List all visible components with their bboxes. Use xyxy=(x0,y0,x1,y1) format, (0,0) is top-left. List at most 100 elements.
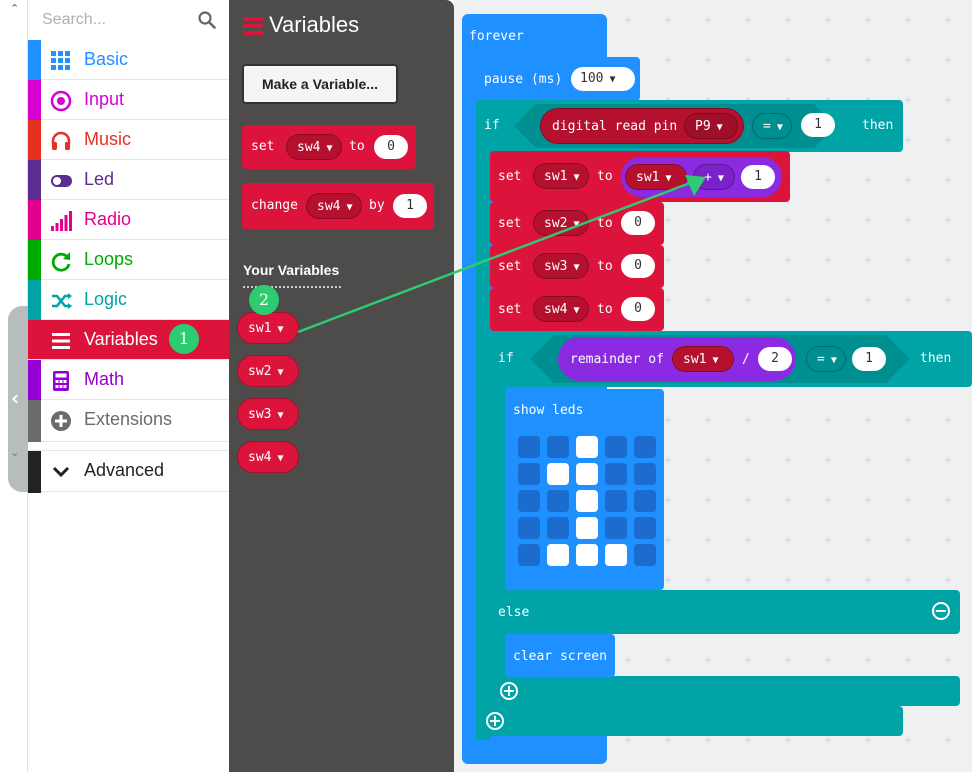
caret-down-icon: ▼ xyxy=(277,324,284,335)
operator-dropdown[interactable]: + ▼ xyxy=(693,164,735,190)
led-cell[interactable] xyxy=(605,436,627,458)
step-badge-1: 1 xyxy=(169,324,199,354)
search-input[interactable] xyxy=(42,8,192,32)
led-cell[interactable] xyxy=(547,544,569,566)
led-cell[interactable] xyxy=(605,490,627,512)
caret-down-icon: ▼ xyxy=(830,355,837,366)
variable-dropdown[interactable]: sw4 ▼ xyxy=(306,193,362,219)
number-input[interactable]: 1 xyxy=(741,165,775,189)
number-input[interactable]: 0 xyxy=(621,211,655,235)
number-input[interactable]: 1 xyxy=(393,194,427,218)
category-led[interactable]: Led xyxy=(28,160,229,200)
led-cell[interactable] xyxy=(576,490,598,512)
led-cell[interactable] xyxy=(634,544,656,566)
if-else-block-header[interactable]: if remainder of sw1 ▼ / 2 = ▼ 1 then xyxy=(490,331,972,387)
variable-dropdown[interactable]: sw3 ▼ xyxy=(533,253,589,279)
led-cell[interactable] xyxy=(605,544,627,566)
pause-duration-dropdown[interactable]: 100 ▼ xyxy=(571,67,635,91)
caret-down-icon: ▼ xyxy=(346,202,353,213)
category-logic[interactable]: Logic xyxy=(28,280,229,320)
pause-block[interactable]: pause (ms) 100 ▼ xyxy=(476,57,640,101)
collapse-toolbox-tab[interactable]: ‹ ⌄ xyxy=(8,306,30,492)
led-cell[interactable] xyxy=(576,544,598,566)
category-math[interactable]: Math xyxy=(28,360,229,400)
category-label: Math xyxy=(84,369,125,389)
operator-dropdown[interactable]: = ▼ xyxy=(752,113,792,139)
make-variable-button[interactable]: Make a Variable... xyxy=(242,64,398,104)
variable-reporter-sw4[interactable]: sw4 ▼ xyxy=(237,441,299,473)
led-cell[interactable] xyxy=(547,436,569,458)
category-loops[interactable]: Loops xyxy=(28,240,229,280)
flyout-set-block[interactable]: set sw4 ▼ to 0 xyxy=(242,125,416,169)
variable-reporter[interactable]: sw1 ▼ xyxy=(672,346,734,372)
set-sw2-block[interactable]: set sw2 ▼ to 0 xyxy=(490,202,664,245)
led-cell[interactable] xyxy=(634,436,656,458)
category-radio[interactable]: Radio xyxy=(28,200,229,240)
category-toolbox: Basic Input Music Led xyxy=(28,0,229,772)
dropdown-value: 100 xyxy=(580,71,604,86)
category-extensions[interactable]: Extensions xyxy=(28,400,229,442)
led-cell[interactable] xyxy=(518,490,540,512)
dropdown-value: sw1 xyxy=(544,169,568,184)
block-keyword: clear screen xyxy=(513,649,607,664)
variable-reporter[interactable]: sw1 ▼ xyxy=(625,164,687,190)
led-cell[interactable] xyxy=(634,463,656,485)
category-music[interactable]: Music xyxy=(28,120,229,160)
scroll-up-icon[interactable]: ⌃ xyxy=(10,2,19,15)
number-input[interactable]: 2 xyxy=(758,347,792,371)
block-workspace[interactable]: forever pause (ms) 100 ▼ if digital read … xyxy=(454,0,972,772)
led-cell[interactable] xyxy=(634,517,656,539)
block-keyword: pause (ms) xyxy=(484,72,563,87)
operator-dropdown[interactable]: = ▼ xyxy=(806,346,846,372)
led-cell[interactable] xyxy=(518,436,540,458)
number-input[interactable]: 0 xyxy=(374,135,408,159)
variable-dropdown[interactable]: sw2 ▼ xyxy=(533,210,589,236)
led-cell[interactable] xyxy=(518,544,540,566)
caret-down-icon: ▼ xyxy=(573,219,580,230)
category-color-bar xyxy=(28,40,41,80)
led-cell[interactable] xyxy=(518,517,540,539)
clear-screen-block[interactable]: clear screen xyxy=(505,634,615,677)
category-input[interactable]: Input xyxy=(28,80,229,120)
category-basic[interactable]: Basic xyxy=(28,40,229,80)
led-cell[interactable] xyxy=(547,463,569,485)
remove-branch-icon[interactable]: − xyxy=(932,602,950,620)
scroll-down-icon[interactable]: ⌄ xyxy=(10,446,19,459)
category-advanced[interactable]: Advanced xyxy=(28,450,229,493)
led-cell[interactable] xyxy=(605,463,627,485)
math-plus-block[interactable]: sw1 ▼ + ▼ 1 xyxy=(621,157,782,197)
led-cell[interactable] xyxy=(634,490,656,512)
add-branch-icon[interactable]: + xyxy=(500,682,518,700)
add-branch-icon[interactable]: + xyxy=(486,712,504,730)
calculator-icon xyxy=(53,371,69,391)
if-block-header[interactable]: if digital read pin P9 ▼ = ▼ 1 then xyxy=(476,100,903,152)
show-leds-block[interactable]: show leds xyxy=(505,389,664,590)
set-sw3-block[interactable]: set sw3 ▼ to 0 xyxy=(490,245,664,288)
led-cell[interactable] xyxy=(518,463,540,485)
led-cell[interactable] xyxy=(605,517,627,539)
caret-down-icon: ▼ xyxy=(573,262,580,273)
remainder-block[interactable]: remainder of sw1 ▼ / 2 xyxy=(558,337,796,381)
number-input[interactable]: 1 xyxy=(801,113,835,137)
number-input[interactable]: 0 xyxy=(621,254,655,278)
set-sw4-block[interactable]: set sw4 ▼ to 0 xyxy=(490,288,664,331)
block-keyword: set xyxy=(498,216,522,231)
led-cell[interactable] xyxy=(547,517,569,539)
pin-dropdown[interactable]: P9 ▼ xyxy=(684,113,738,139)
led-cell[interactable] xyxy=(547,490,569,512)
variable-reporter-sw2[interactable]: sw2 ▼ xyxy=(237,355,299,387)
caret-down-icon: ▼ xyxy=(277,367,284,378)
variable-dropdown[interactable]: sw1 ▼ xyxy=(533,163,589,189)
variable-dropdown[interactable]: sw4 ▼ xyxy=(533,296,589,322)
variable-reporter-sw3[interactable]: sw3 ▼ xyxy=(237,398,299,430)
number-input[interactable]: 1 xyxy=(852,347,886,371)
led-cell[interactable] xyxy=(576,517,598,539)
variable-reporter-sw1[interactable]: sw1 ▼ xyxy=(237,312,299,344)
variable-dropdown[interactable]: sw4 ▼ xyxy=(286,134,342,160)
led-cell[interactable] xyxy=(576,436,598,458)
number-input[interactable]: 0 xyxy=(621,297,655,321)
led-cell[interactable] xyxy=(576,463,598,485)
flyout-change-block[interactable]: change sw4 ▼ by 1 xyxy=(242,183,434,229)
search-icon[interactable] xyxy=(198,11,216,29)
set-sw1-block[interactable]: set sw1 ▼ to sw1 ▼ + ▼ 1 xyxy=(490,151,790,202)
